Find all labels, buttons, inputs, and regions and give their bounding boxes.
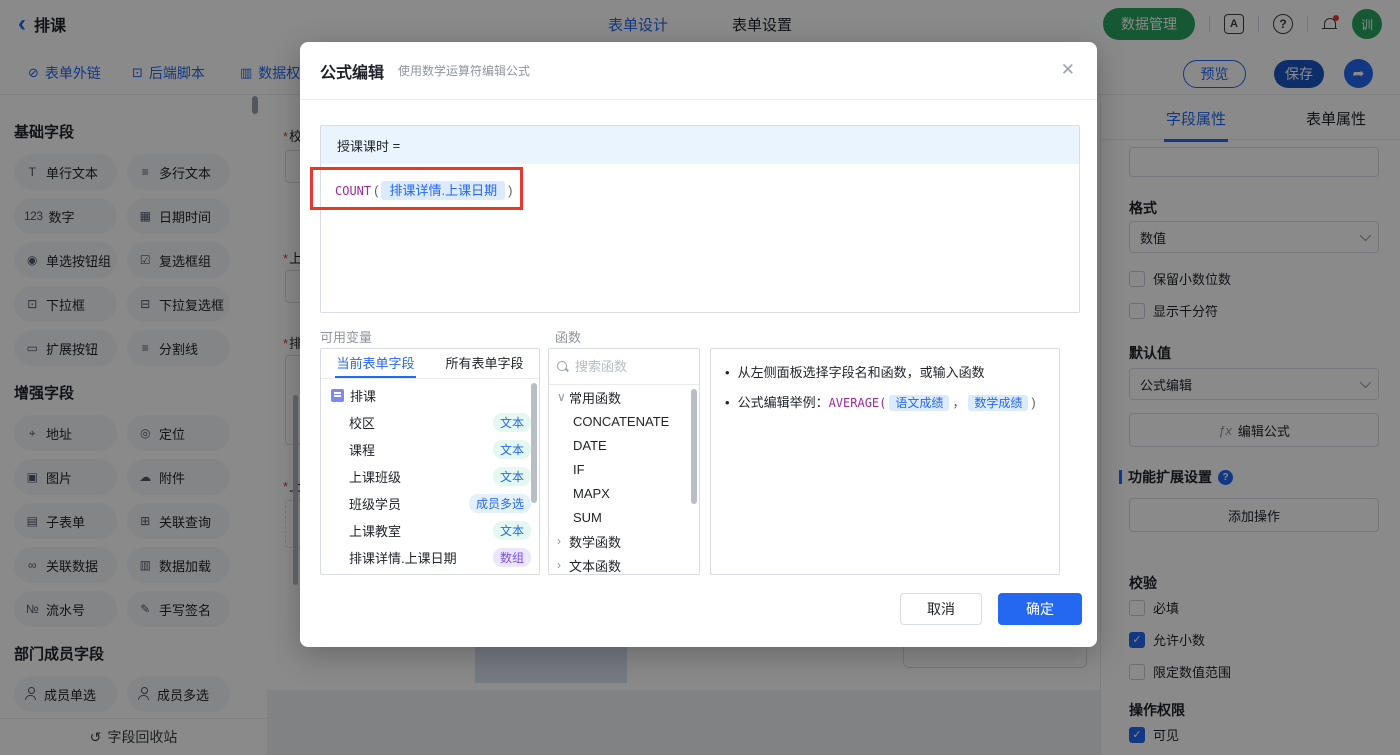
variables-label: 可用变量 [320,330,373,345]
variable-row[interactable]: 上课教室 文本 [321,517,539,544]
variables-tree-root[interactable]: 排课 [321,379,539,409]
type-badge: 文本 [492,413,531,432]
type-badge: 文本 [492,467,531,486]
field-token[interactable]: 排课详情.上课日期 [381,181,506,200]
modal-header: 公式编辑 使用数学运算符编辑公式 ✕ [300,42,1097,100]
variable-row[interactable]: 校区 文本 [321,409,539,436]
close-icon[interactable]: ✕ [1061,60,1075,80]
functions-panel: ∨ 常用函数 CONCATENATE DATE IF [548,348,700,575]
modal-subtitle: 使用数学运算符编辑公式 [398,64,531,78]
example-function-name: AVERAGE( [828,396,887,410]
function-row[interactable]: ∨ 常用函数 [549,385,699,409]
tree-chevron-icon: › [557,558,561,572]
function-row[interactable]: DATE [549,433,699,457]
variables-panel: 当前表单字段 所有表单字段 排课 校区 文本 课程 文本 上课班级 文本 班级学… [320,348,540,575]
function-row[interactable]: IF [549,457,699,481]
variables-tabs: 当前表单字段 所有表单字段 [321,349,539,379]
function-row[interactable]: › 数学函数 [549,529,699,553]
formula-target: 授课课时 = [321,126,1079,164]
tab-all-form-fields[interactable]: 所有表单字段 [430,349,539,378]
example-field-token: 数学成绩 [968,395,1029,411]
search-icon [557,360,569,373]
function-name: COUNT [335,184,372,198]
function-search[interactable] [549,349,699,385]
example-field-token: 语文成绩 [889,395,950,411]
form-doc-icon [331,389,344,402]
formula-edit-modal: 公式编辑 使用数学运算符编辑公式 ✕ 授课课时 = COUNT(排课详情.上课日… [300,42,1097,647]
function-row[interactable]: SUM [549,505,699,529]
function-row[interactable]: › 文本函数 [549,553,699,574]
help-panel: • 从左侧面板选择字段名和函数，或输入函数 • 公式编辑举例：AVERAGE(语… [710,348,1060,575]
function-search-input[interactable] [575,359,691,374]
type-badge: 文本 [492,440,531,459]
functions-scrollbar[interactable] [691,389,697,504]
functions-label: 函数 [555,330,582,345]
tab-current-form-fields[interactable]: 当前表单字段 [321,349,430,378]
variables-scrollbar[interactable] [531,383,537,503]
help-line-2: • 公式编辑举例：AVERAGE(语文成绩，数学成绩) [725,395,1036,411]
cancel-button[interactable]: 取消 [900,593,982,625]
variable-row[interactable]: 班级学员 成员多选 [321,490,539,517]
tree-chevron-icon: › [557,534,561,548]
function-row[interactable]: CONCATENATE [549,409,699,433]
confirm-button[interactable]: 确定 [998,593,1082,625]
formula-expression[interactable]: COUNT(排课详情.上课日期) [321,164,1079,215]
modal-title: 公式编辑 [320,64,385,82]
variable-row[interactable]: 课程 文本 [321,436,539,463]
app-window: ‹ 排课 表单设计 表单设置 数据管理 A 训 ⊘ 表单外链 ⊡ 后端脚本 ▥ … [0,0,1400,755]
tree-chevron-icon: ∨ [557,390,566,404]
variable-row[interactable]: 上课班级 文本 [321,463,539,490]
type-badge: 成员多选 [468,494,531,513]
formula-editor[interactable]: 授课课时 = COUNT(排课详情.上课日期) [320,125,1080,313]
type-badge: 数组 [492,548,531,567]
type-badge: 文本 [492,521,531,540]
variable-row[interactable]: 排课详情.上课日期 数组 [321,544,539,571]
help-line-1: • 从左侧面板选择字段名和函数，或输入函数 [725,365,985,380]
function-row[interactable]: MAPX [549,481,699,505]
